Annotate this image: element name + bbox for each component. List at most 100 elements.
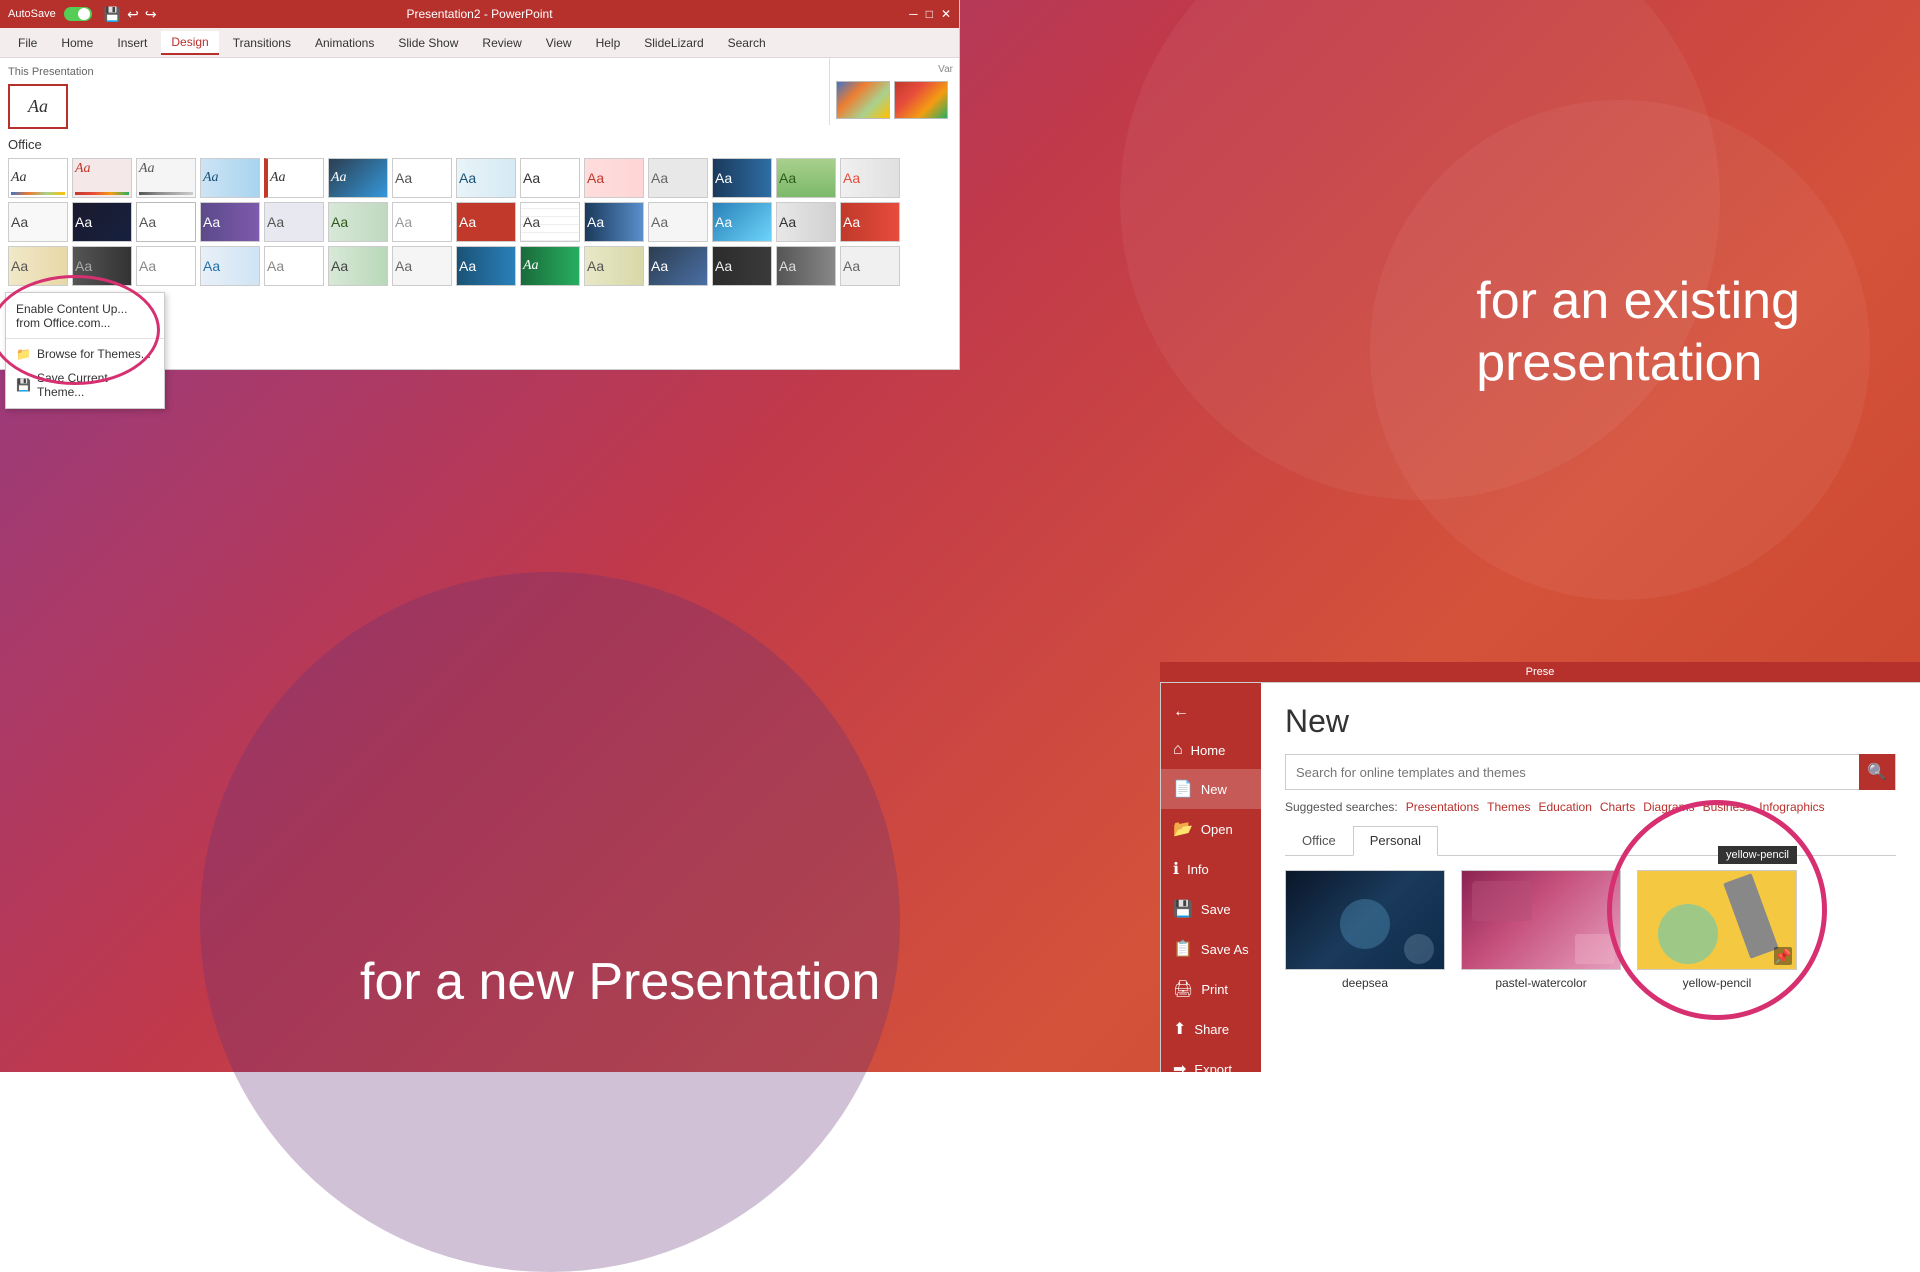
backstage-saveas-item[interactable]: 📋 Save As (1161, 929, 1261, 969)
tab-personal[interactable]: Personal (1353, 826, 1438, 856)
tab-view[interactable]: View (536, 32, 582, 54)
theme-35[interactable]: Aa (392, 246, 452, 286)
theme-12[interactable]: Aa (712, 158, 772, 198)
suggested-diagrams[interactable]: Diagrams (1643, 800, 1694, 814)
theme-3[interactable]: Aa (136, 158, 196, 198)
tab-design[interactable]: Design (161, 31, 218, 55)
theme-28[interactable]: Aa (840, 202, 900, 242)
maximize-icon[interactable]: □ (926, 7, 933, 21)
theme-19[interactable]: Aa (264, 202, 324, 242)
template-search-input[interactable] (1286, 765, 1859, 780)
theme-36[interactable]: Aa (456, 246, 516, 286)
tab-animations[interactable]: Animations (305, 32, 384, 54)
theme-6[interactable]: Aa (328, 158, 388, 198)
theme-29[interactable]: Aa (8, 246, 68, 286)
tab-review[interactable]: Review (472, 32, 531, 54)
template-yellow-pencil[interactable]: yellow-pencil 📌 yellow-pencil (1637, 870, 1797, 990)
template-pastel[interactable]: pastel-watercolor (1461, 870, 1621, 990)
deepsea-thumb[interactable] (1285, 870, 1445, 970)
search-icon: 🔍 (1867, 762, 1887, 782)
theme-5[interactable]: Aa (264, 158, 324, 198)
theme-13[interactable]: Aa (776, 158, 836, 198)
theme-27[interactable]: Aa (776, 202, 836, 242)
backstage-open-item[interactable]: 📂 Open (1161, 809, 1261, 849)
theme-26[interactable]: Aa (712, 202, 772, 242)
theme-17[interactable]: Aa (136, 202, 196, 242)
backstage-info-item[interactable]: ℹ Info (1161, 849, 1261, 889)
tab-insert[interactable]: Insert (107, 32, 157, 54)
undo-icon[interactable]: ↩ (127, 6, 139, 23)
theme-4[interactable]: Aa (200, 158, 260, 198)
theme-25[interactable]: Aa (648, 202, 708, 242)
backstage-home-item[interactable]: ⌂ Home (1161, 731, 1261, 769)
theme-11[interactable]: Aa (648, 158, 708, 198)
backstage-export-item[interactable]: ➡ Export (1161, 1049, 1261, 1089)
backstage-new-item[interactable]: 📄 New (1161, 769, 1261, 809)
theme-39[interactable]: Aa (648, 246, 708, 286)
theme-34[interactable]: Aa (328, 246, 388, 286)
save-current-theme-item[interactable]: 💾 Save Current Theme... (6, 366, 164, 404)
theme-21[interactable]: Aa (392, 202, 452, 242)
autosave-toggle[interactable] (64, 7, 92, 21)
enable-content-update[interactable]: Enable Content Up... from Office.com... (6, 297, 164, 335)
variant-1[interactable] (836, 81, 890, 119)
theme-16[interactable]: Aa (72, 202, 132, 242)
theme-32[interactable]: Aa (200, 246, 260, 286)
theme-18[interactable]: Aa (200, 202, 260, 242)
tab-office[interactable]: Office (1285, 826, 1353, 855)
theme-1[interactable]: Aa (8, 158, 68, 198)
tab-transitions[interactable]: Transitions (223, 32, 301, 54)
template-search-button[interactable]: 🔍 (1859, 754, 1895, 790)
theme-30[interactable]: Aa (72, 246, 132, 286)
tab-help[interactable]: Help (586, 32, 631, 54)
template-deepsea[interactable]: deepsea (1285, 870, 1445, 990)
variant-2[interactable] (894, 81, 948, 119)
theme-9[interactable]: Aa (520, 158, 580, 198)
suggested-education[interactable]: Education (1539, 800, 1592, 814)
save-icon[interactable]: 💾 (104, 6, 121, 23)
tab-file[interactable]: File (8, 32, 47, 54)
backstage-share-item[interactable]: ⬆ Share (1161, 1009, 1261, 1049)
backstage-close-item[interactable]: ✕ Close (1161, 1089, 1261, 1129)
theme-38[interactable]: Aa (584, 246, 644, 286)
tab-search[interactable]: Search (718, 32, 776, 54)
suggested-themes[interactable]: Themes (1487, 800, 1530, 814)
theme-40[interactable]: Aa (712, 246, 772, 286)
theme-2[interactable]: Aa (72, 158, 132, 198)
tab-home[interactable]: Home (51, 32, 103, 54)
theme-23[interactable]: Aa (520, 202, 580, 242)
pin-icon[interactable]: 📌 (1774, 947, 1792, 965)
suggested-presentations[interactable]: Presentations (1406, 800, 1479, 814)
pastel-thumb[interactable] (1461, 870, 1621, 970)
theme-20[interactable]: Aa (328, 202, 388, 242)
minimize-icon[interactable]: ─ (909, 7, 918, 21)
theme-7[interactable]: Aa (392, 158, 452, 198)
theme-14[interactable]: Aa (840, 158, 900, 198)
theme-37[interactable]: Aa (520, 246, 580, 286)
theme-33[interactable]: Aa (264, 246, 324, 286)
theme-24[interactable]: Aa (584, 202, 644, 242)
template-search-box[interactable]: 🔍 (1285, 754, 1896, 790)
theme-8[interactable]: Aa (456, 158, 516, 198)
browse-themes-item[interactable]: 📁 Browse for Themes... (6, 342, 164, 366)
theme-10[interactable]: Aa (584, 158, 644, 198)
theme-22[interactable]: Aa (456, 202, 516, 242)
suggested-business[interactable]: Business (1703, 800, 1752, 814)
redo-icon[interactable]: ↪ (145, 6, 157, 23)
backstage-print-item[interactable]: 🖨 Print (1161, 969, 1261, 1009)
close-icon[interactable]: ✕ (941, 7, 951, 21)
theme-41[interactable]: Aa (776, 246, 836, 286)
backstage-sidebar: ← ⌂ Home 📄 New 📂 Open ℹ Info 💾 Save 📋 Sa… (1161, 683, 1261, 1072)
theme-current[interactable]: Aa (8, 84, 68, 129)
yellow-pencil-label: yellow-pencil (1683, 976, 1752, 990)
backstage-back-button[interactable]: ← (1161, 693, 1261, 731)
tab-slideshow[interactable]: Slide Show (388, 32, 468, 54)
theme-42[interactable]: Aa (840, 246, 900, 286)
theme-15[interactable]: Aa (8, 202, 68, 242)
backstage-save-item[interactable]: 💾 Save (1161, 889, 1261, 929)
tab-slidelizard[interactable]: SlideLizard (634, 32, 713, 54)
suggested-infographics[interactable]: Infographics (1759, 800, 1824, 814)
theme-31[interactable]: Aa (136, 246, 196, 286)
suggested-charts[interactable]: Charts (1600, 800, 1635, 814)
yellow-pencil-thumb[interactable]: 📌 (1637, 870, 1797, 970)
